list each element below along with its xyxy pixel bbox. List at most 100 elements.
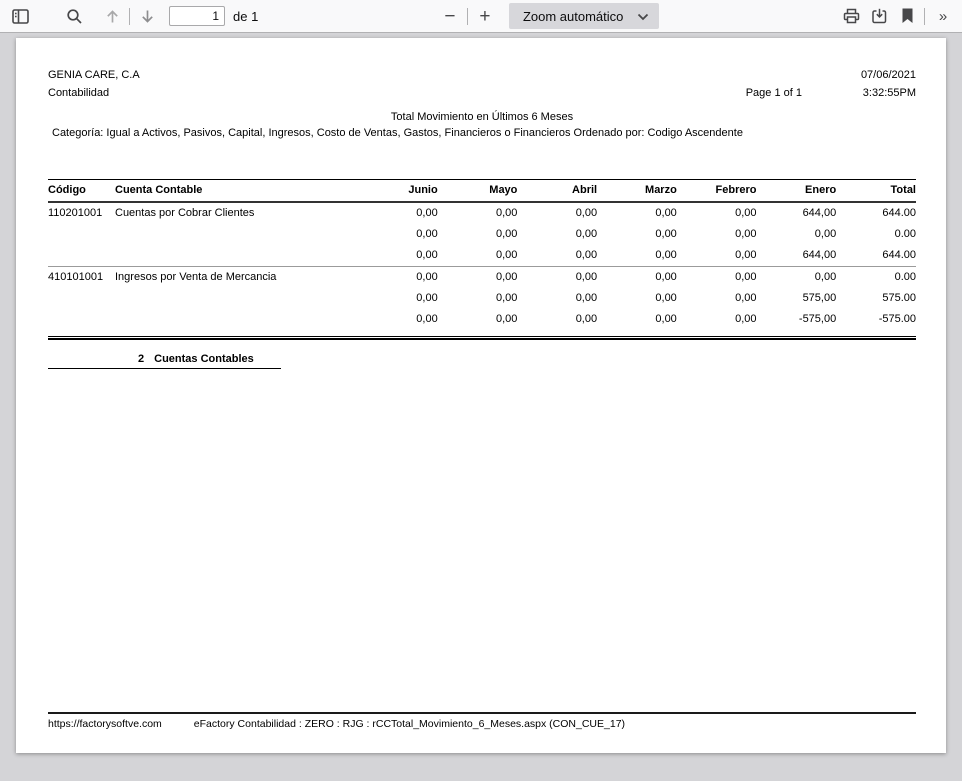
plus-icon: + bbox=[479, 7, 490, 26]
code-cell: 110201001 bbox=[48, 202, 115, 224]
pdf-toolbar: de 1 − + Zoom automático bbox=[0, 0, 962, 33]
header-row-2: Contabilidad Page 1 of 1 3:32:55PM bbox=[48, 84, 916, 102]
code-cell bbox=[48, 224, 115, 245]
accounts-count: 2 bbox=[138, 353, 144, 365]
toolbar-separator bbox=[467, 8, 468, 25]
value-cell: 0,00 bbox=[358, 267, 438, 289]
accounts-count-label: Cuentas Contables bbox=[154, 353, 254, 365]
account-cell bbox=[115, 245, 358, 267]
value-cell: 0,00 bbox=[358, 309, 438, 330]
value-cell: 0,00 bbox=[597, 309, 677, 330]
report-date: 07/06/2021 bbox=[804, 66, 916, 84]
value-cell: 0,00 bbox=[597, 202, 677, 224]
footer-info: eFactory Contabilidad : ZERO : RJG : rCC… bbox=[194, 717, 625, 731]
summary-rule bbox=[48, 368, 281, 369]
report-table: CódigoCuenta ContableJunioMayoAbrilMarzo… bbox=[48, 179, 916, 345]
value-cell: 644,00 bbox=[757, 245, 837, 267]
module-name: Contabilidad bbox=[48, 84, 746, 102]
value-cell: 0,00 bbox=[597, 224, 677, 245]
value-cell: 0.00 bbox=[836, 224, 916, 245]
column-header: Junio bbox=[358, 180, 438, 203]
column-header: Total bbox=[836, 180, 916, 203]
grand-total-rule bbox=[48, 336, 916, 340]
code-cell bbox=[48, 245, 115, 267]
page-count-label: de 1 bbox=[233, 9, 258, 24]
chevron-down-icon bbox=[637, 9, 649, 24]
value-cell: 0,00 bbox=[757, 224, 837, 245]
download-icon bbox=[871, 8, 888, 25]
value-cell: 0,00 bbox=[358, 288, 438, 309]
footer-url: https://factorysoftve.com bbox=[48, 717, 162, 731]
page-of-label: Page 1 of 1 bbox=[746, 84, 802, 102]
column-header: Enero bbox=[757, 180, 837, 203]
report-time: 3:32:55PM bbox=[804, 84, 916, 102]
zoom-level-select[interactable]: Zoom automático bbox=[509, 3, 659, 29]
account-cell: Ingresos por Venta de Mercancia bbox=[115, 267, 358, 289]
save-button[interactable] bbox=[865, 3, 893, 29]
find-button[interactable] bbox=[60, 3, 88, 29]
zoom-in-button[interactable]: + bbox=[471, 3, 499, 29]
column-header: Abril bbox=[517, 180, 597, 203]
table-row bbox=[48, 330, 916, 345]
sidebar-toggle-icon bbox=[12, 9, 29, 24]
toolbar-right-group: » bbox=[837, 3, 956, 29]
more-tools-button[interactable]: » bbox=[928, 3, 956, 29]
table-header-row: CódigoCuenta ContableJunioMayoAbrilMarzo… bbox=[48, 180, 916, 203]
value-cell: 0,00 bbox=[517, 202, 597, 224]
value-cell: 644,00 bbox=[757, 202, 837, 224]
value-cell: 0,00 bbox=[517, 267, 597, 289]
value-cell: 0,00 bbox=[517, 288, 597, 309]
toolbar-separator bbox=[924, 8, 925, 25]
account-cell: Cuentas por Cobrar Clientes bbox=[115, 202, 358, 224]
value-cell: 0,00 bbox=[358, 245, 438, 267]
page-number-input[interactable] bbox=[169, 6, 225, 26]
column-header: Código bbox=[48, 180, 115, 203]
toolbar-left-group: de 1 bbox=[6, 3, 258, 29]
current-view-button[interactable] bbox=[893, 3, 921, 29]
value-cell: 575,00 bbox=[757, 288, 837, 309]
value-cell: -575,00 bbox=[757, 309, 837, 330]
table-body: 110201001Cuentas por Cobrar Clientes0,00… bbox=[48, 202, 916, 345]
column-header: Marzo bbox=[597, 180, 677, 203]
accounts-summary: 2 Cuentas Contables bbox=[48, 345, 916, 368]
footer-rule bbox=[48, 712, 916, 714]
value-cell: 644.00 bbox=[836, 245, 916, 267]
value-cell: 0,00 bbox=[677, 224, 757, 245]
value-cell: 0,00 bbox=[597, 245, 677, 267]
value-cell: 0,00 bbox=[677, 288, 757, 309]
value-cell: 0,00 bbox=[517, 224, 597, 245]
printer-icon bbox=[843, 8, 860, 24]
value-cell: 0.00 bbox=[836, 267, 916, 289]
report-category-line: Categoría: Igual a Activos, Pasivos, Cap… bbox=[48, 125, 916, 142]
table-row: 0,000,000,000,000,00644,00644.00 bbox=[48, 245, 916, 267]
next-page-button[interactable] bbox=[133, 3, 161, 29]
value-cell: 0,00 bbox=[677, 245, 757, 267]
sidebar-toggle-button[interactable] bbox=[6, 3, 34, 29]
toolbar-zoom-group: − + Zoom automático bbox=[436, 3, 659, 29]
previous-page-button[interactable] bbox=[98, 3, 126, 29]
value-cell: 0,00 bbox=[677, 267, 757, 289]
pdf-page: GENIA CARE, C.A 07/06/2021 Contabilidad … bbox=[16, 38, 946, 753]
toolbar-separator bbox=[129, 8, 130, 25]
value-cell: 0,00 bbox=[438, 267, 518, 289]
search-icon bbox=[66, 8, 83, 25]
arrow-up-icon bbox=[105, 9, 120, 24]
bookmark-icon bbox=[901, 8, 914, 24]
minus-icon: − bbox=[444, 7, 455, 26]
report-title: Total Movimiento en Últimos 6 Meses bbox=[48, 109, 916, 125]
value-cell: 0,00 bbox=[517, 245, 597, 267]
zoom-out-button[interactable]: − bbox=[436, 3, 464, 29]
value-cell: 0,00 bbox=[677, 202, 757, 224]
viewer-content: GENIA CARE, C.A 07/06/2021 Contabilidad … bbox=[0, 33, 962, 781]
print-button[interactable] bbox=[837, 3, 865, 29]
table-row: 0,000,000,000,000,000,000.00 bbox=[48, 224, 916, 245]
arrow-down-icon bbox=[140, 9, 155, 24]
table-row: 0,000,000,000,000,00-575,00-575.00 bbox=[48, 309, 916, 330]
table-row: 410101001Ingresos por Venta de Mercancia… bbox=[48, 267, 916, 289]
column-header: Cuenta Contable bbox=[115, 180, 358, 203]
value-cell: 0,00 bbox=[358, 202, 438, 224]
account-cell bbox=[115, 288, 358, 309]
value-cell: 0,00 bbox=[438, 288, 518, 309]
code-cell bbox=[48, 288, 115, 309]
code-cell bbox=[48, 309, 115, 330]
